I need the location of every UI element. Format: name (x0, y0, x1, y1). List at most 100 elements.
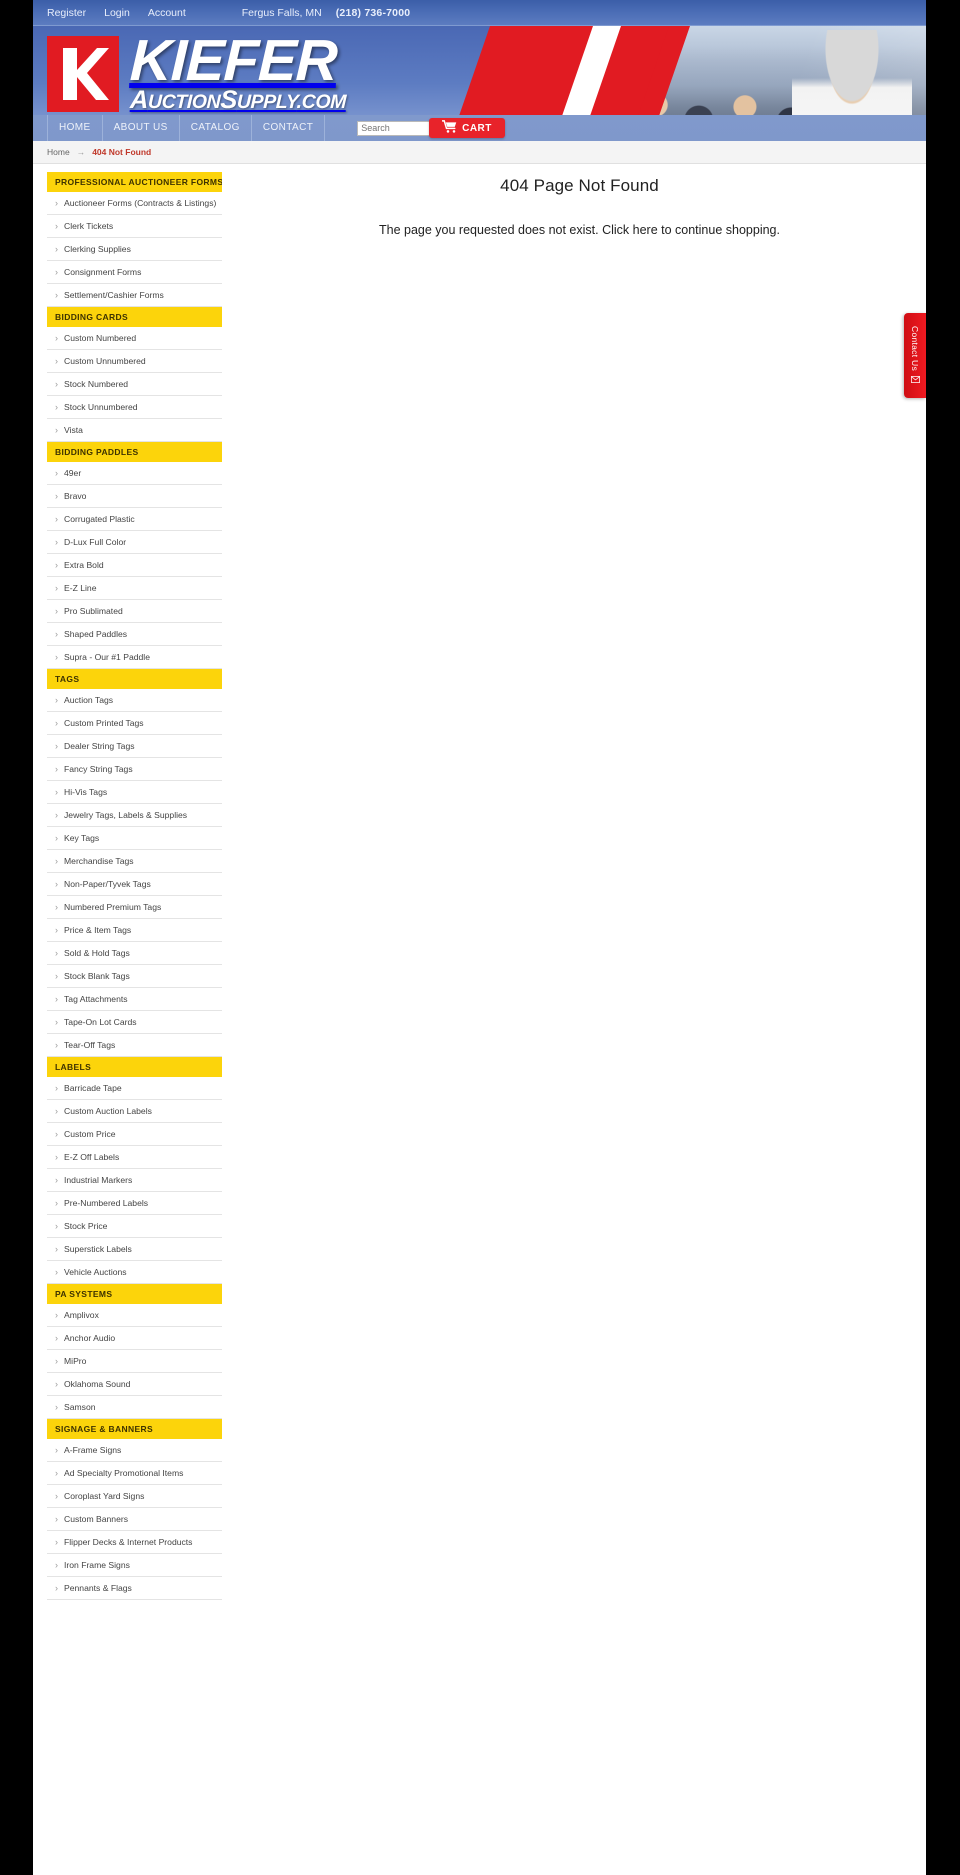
category-item[interactable]: › Industrial Markers (47, 1169, 222, 1192)
category-item[interactable]: › Auction Tags (47, 689, 222, 712)
chevron-right-icon: › (55, 947, 58, 958)
nav-item-home[interactable]: HOME (47, 115, 103, 141)
category-item[interactable]: › Hi-Vis Tags (47, 781, 222, 804)
category-item-label: Auction Tags (64, 695, 114, 705)
category-item-label: Custom Numbered (64, 333, 137, 343)
category-item[interactable]: › Barricade Tape (47, 1077, 222, 1100)
category-item[interactable]: › E-Z Off Labels (47, 1146, 222, 1169)
category-item[interactable]: › MiPro (47, 1350, 222, 1373)
chevron-right-icon: › (55, 220, 58, 231)
category-heading: PROFESSIONAL AUCTIONEER FORMS (47, 172, 222, 192)
chevron-right-icon: › (55, 786, 58, 797)
category-item[interactable]: › Sold & Hold Tags (47, 942, 222, 965)
contact-us-tab[interactable]: Contact Us (904, 313, 926, 398)
chevron-right-icon: › (55, 467, 58, 478)
category-item[interactable]: › Stock Price (47, 1215, 222, 1238)
category-item[interactable]: › D-Lux Full Color (47, 531, 222, 554)
category-item-label: Price & Item Tags (64, 925, 132, 935)
category-item[interactable]: › Custom Auction Labels (47, 1100, 222, 1123)
category-item[interactable]: › Stock Numbered (47, 373, 222, 396)
category-item[interactable]: › Extra Bold (47, 554, 222, 577)
category-item[interactable]: › Anchor Audio (47, 1327, 222, 1350)
category-item[interactable]: › Amplivox (47, 1304, 222, 1327)
category-item[interactable]: › Dealer String Tags (47, 735, 222, 758)
category-item[interactable]: › Pre-Numbered Labels (47, 1192, 222, 1215)
chevron-right-icon: › (55, 1582, 58, 1593)
category-item[interactable]: › Numbered Premium Tags (47, 896, 222, 919)
category-item[interactable]: › Flipper Decks & Internet Products (47, 1531, 222, 1554)
category-item-label: Tear-Off Tags (64, 1040, 116, 1050)
site-logo[interactable]: KIEFER AUCTIONSUPPLY.COM (47, 28, 346, 115)
category-item[interactable]: › Clerk Tickets (47, 215, 222, 238)
category-item[interactable]: › Corrugated Plastic (47, 508, 222, 531)
category-item-label: Extra Bold (64, 560, 104, 570)
category-item[interactable]: › 49er (47, 462, 222, 485)
chevron-right-icon: › (55, 332, 58, 343)
category-item[interactable]: › Coroplast Yard Signs (47, 1485, 222, 1508)
category-item[interactable]: › Vista (47, 419, 222, 442)
nav-item-catalog[interactable]: CATALOG (180, 115, 252, 141)
category-item[interactable]: › Superstick Labels (47, 1238, 222, 1261)
category-item[interactable]: › Price & Item Tags (47, 919, 222, 942)
category-item[interactable]: › E-Z Line (47, 577, 222, 600)
chevron-right-icon: › (55, 1378, 58, 1389)
category-item[interactable]: › Pro Sublimated (47, 600, 222, 623)
category-item[interactable]: › Shaped Paddles (47, 623, 222, 646)
category-item[interactable]: › Bravo (47, 485, 222, 508)
chevron-right-icon: › (55, 605, 58, 616)
breadcrumb-home-link[interactable]: Home (47, 147, 70, 157)
category-item[interactable]: › Stock Unnumbered (47, 396, 222, 419)
continue-shopping-link[interactable]: here (633, 223, 658, 237)
chevron-right-icon: › (55, 1309, 58, 1320)
category-item-label: Superstick Labels (64, 1244, 132, 1254)
category-item[interactable]: › Tear-Off Tags (47, 1034, 222, 1057)
category-item[interactable]: › Settlement/Cashier Forms (47, 284, 222, 307)
category-item[interactable]: › Custom Banners (47, 1508, 222, 1531)
category-item-label: Samson (64, 1402, 96, 1412)
category-item[interactable]: › Vehicle Auctions (47, 1261, 222, 1284)
category-item[interactable]: › Non-Paper/Tyvek Tags (47, 873, 222, 896)
category-item[interactable]: › Consignment Forms (47, 261, 222, 284)
register-link[interactable]: Register (47, 7, 99, 19)
account-link[interactable]: Account (148, 7, 199, 19)
category-item[interactable]: › Pennants & Flags (47, 1577, 222, 1600)
category-item[interactable]: › Custom Numbered (47, 327, 222, 350)
category-item-label: Jewelry Tags, Labels & Supplies (64, 810, 188, 820)
category-item[interactable]: › A-Frame Signs (47, 1439, 222, 1462)
category-item[interactable]: › Oklahoma Sound (47, 1373, 222, 1396)
nav-item-about-us[interactable]: ABOUT US (103, 115, 180, 141)
cart-button[interactable]: CART (429, 118, 505, 138)
chevron-right-icon: › (55, 1513, 58, 1524)
chevron-right-icon: › (55, 970, 58, 981)
chevron-right-icon: › (55, 1490, 58, 1501)
login-link[interactable]: Login (104, 7, 143, 19)
category-item[interactable]: › Custom Price (47, 1123, 222, 1146)
category-item[interactable]: › Fancy String Tags (47, 758, 222, 781)
category-item-label: Key Tags (64, 833, 100, 843)
category-item[interactable]: › Key Tags (47, 827, 222, 850)
category-item[interactable]: › Clerking Supplies (47, 238, 222, 261)
category-item-label: Pro Sublimated (64, 606, 123, 616)
category-item[interactable]: › Merchandise Tags (47, 850, 222, 873)
category-item[interactable]: › Iron Frame Signs (47, 1554, 222, 1577)
category-item[interactable]: › Samson (47, 1396, 222, 1419)
nav-item-contact[interactable]: CONTACT (252, 115, 326, 141)
category-item[interactable]: › Stock Blank Tags (47, 965, 222, 988)
category-item-label: Fancy String Tags (64, 764, 133, 774)
chevron-right-icon: › (55, 513, 58, 524)
category-item[interactable]: › Supra - Our #1 Paddle (47, 646, 222, 669)
category-item-label: Custom Banners (64, 1514, 129, 1524)
page-root: Register Login Account Fergus Falls, MN … (0, 0, 960, 1875)
contact-us-tab-label: Contact Us (910, 325, 920, 372)
category-item[interactable]: › Custom Unnumbered (47, 350, 222, 373)
category-item-label: Stock Blank Tags (64, 971, 130, 981)
category-item[interactable]: › Auctioneer Forms (Contracts & Listings) (47, 192, 222, 215)
utility-bar-inner: Register Login Account Fergus Falls, MN … (47, 0, 410, 26)
page-title: 404 Page Not Found (500, 176, 659, 195)
category-item[interactable]: › Jewelry Tags, Labels & Supplies (47, 804, 222, 827)
category-item[interactable]: › Ad Specialty Promotional Items (47, 1462, 222, 1485)
category-item-label: Settlement/Cashier Forms (64, 290, 164, 300)
category-item[interactable]: › Tape-On Lot Cards (47, 1011, 222, 1034)
category-item[interactable]: › Tag Attachments (47, 988, 222, 1011)
category-item[interactable]: › Custom Printed Tags (47, 712, 222, 735)
